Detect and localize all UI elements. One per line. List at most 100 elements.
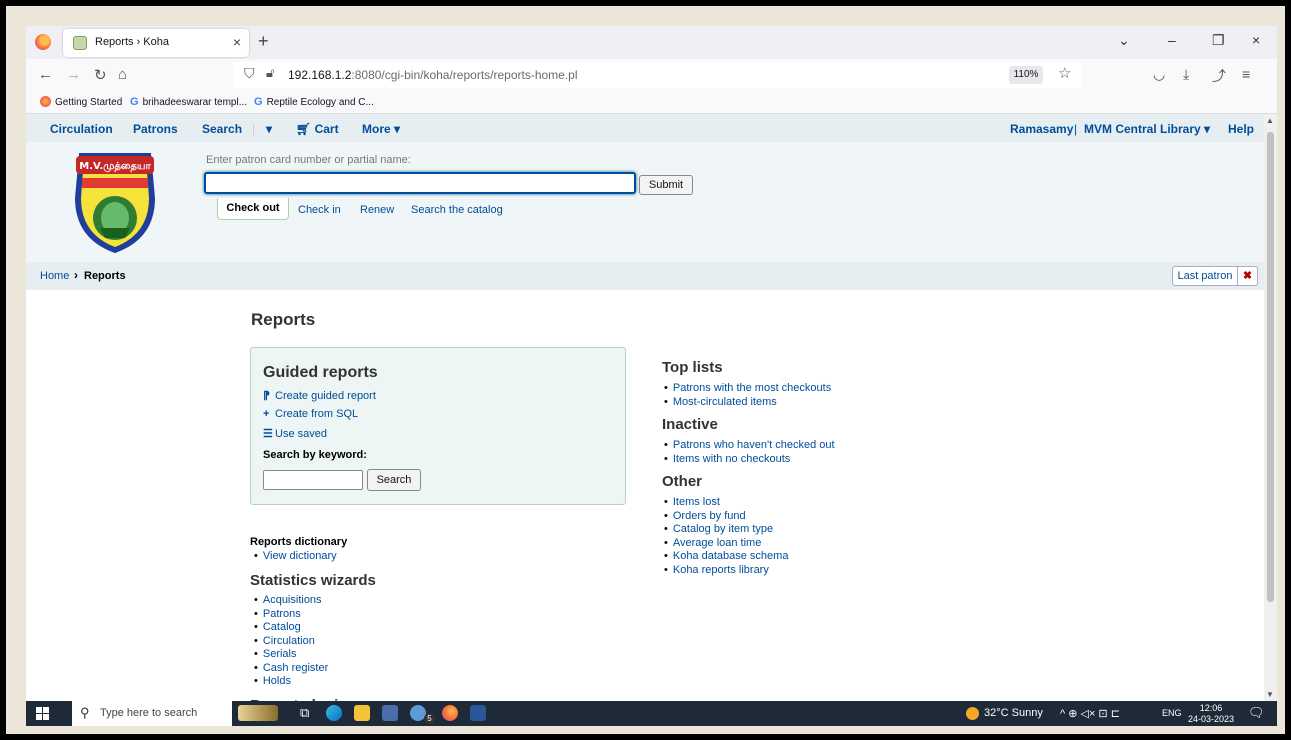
home-icon[interactable]: ⌂ bbox=[118, 66, 127, 83]
tab-renew[interactable]: Renew bbox=[360, 204, 394, 216]
library-logo[interactable]: M.V.முத்தையா bbox=[70, 148, 160, 256]
word-icon[interactable] bbox=[470, 705, 486, 721]
submit-button[interactable]: Submit bbox=[639, 175, 693, 195]
nav-user[interactable]: Ramasamy bbox=[1010, 122, 1073, 136]
store-icon[interactable] bbox=[382, 705, 398, 721]
keyword-search-button[interactable]: Search bbox=[367, 469, 421, 491]
scroll-down-icon[interactable]: ▼ bbox=[1266, 690, 1274, 699]
nav-user-separator: | bbox=[1074, 122, 1078, 136]
nav-help[interactable]: Help bbox=[1228, 122, 1254, 136]
pocket-icon[interactable]: ◡ bbox=[1153, 66, 1165, 83]
zoom-level[interactable]: 110% bbox=[1009, 66, 1043, 84]
close-window-icon[interactable]: × bbox=[1252, 32, 1260, 48]
share-icon[interactable]: ⤴ bbox=[1212, 66, 1226, 86]
nav-cart[interactable]: 🛒︎ Cart bbox=[296, 122, 339, 136]
koha-database-schema-link[interactable]: Koha database schema bbox=[664, 550, 789, 564]
reports-dictionary-heading: Reports dictionary bbox=[250, 536, 348, 548]
most-circulated-items-link[interactable]: Most-circulated items bbox=[664, 396, 831, 410]
top-lists-heading: Top lists bbox=[662, 359, 723, 376]
nav-search[interactable]: Search bbox=[202, 122, 242, 136]
browser-tab-bar: Reports › Koha × + ⌄ – ❐ × bbox=[26, 26, 1277, 59]
stats-circulation-link[interactable]: Circulation bbox=[254, 635, 328, 649]
orders-by-fund-link[interactable]: Orders by fund bbox=[664, 510, 788, 524]
notifications-icon[interactable]: 🗨︎ bbox=[1248, 705, 1265, 721]
catalog-by-item-type-link[interactable]: Catalog by item type bbox=[664, 523, 788, 537]
windows-start-icon[interactable] bbox=[36, 707, 49, 720]
last-patron-button[interactable]: Last patron bbox=[1172, 266, 1238, 286]
stats-acquisitions-link[interactable]: Acquisitions bbox=[254, 594, 328, 608]
taskbar-search-box[interactable]: ⚲ Type here to search bbox=[72, 701, 232, 726]
url-bar[interactable]: ⛉ 🔓︎ 192.168.1.2:8080/cgi-bin/koha/repor… bbox=[234, 62, 1082, 88]
insecure-lock-icon[interactable]: 🔓︎ bbox=[266, 65, 274, 81]
restore-icon[interactable]: ❐ bbox=[1212, 32, 1225, 49]
stats-serials-link[interactable]: Serials bbox=[254, 648, 328, 662]
url-text[interactable]: 192.168.1.2:8080/cgi-bin/koha/reports/re… bbox=[288, 68, 578, 82]
search-keyword-label: Search by keyword: bbox=[263, 449, 367, 461]
stats-catalog-link[interactable]: Catalog bbox=[254, 621, 328, 635]
weather-text[interactable]: 32°C Sunny bbox=[984, 707, 1043, 719]
downloads-icon[interactable]: ⤓ bbox=[1183, 66, 1189, 83]
edge-icon[interactable] bbox=[326, 705, 342, 721]
average-loan-time-link[interactable]: Average loan time bbox=[664, 537, 788, 551]
firefox-icon[interactable] bbox=[35, 34, 51, 50]
menu-icon[interactable]: ≡ bbox=[1242, 66, 1250, 82]
clear-last-patron-icon[interactable]: ✖ bbox=[1238, 266, 1258, 286]
file-explorer-icon[interactable] bbox=[354, 705, 370, 721]
stats-holds-link[interactable]: Holds bbox=[254, 675, 328, 689]
nav-search-dropdown[interactable]: ▾ bbox=[266, 122, 272, 136]
patrons-not-checked-out-link[interactable]: Patrons who haven't checked out bbox=[664, 439, 835, 453]
forward-icon[interactable]: → bbox=[66, 66, 81, 83]
scroll-up-icon[interactable]: ▲ bbox=[1266, 116, 1274, 125]
clock-date: 24-03-2023 bbox=[1188, 714, 1235, 724]
close-tab-icon[interactable]: × bbox=[233, 34, 241, 50]
browser-tab[interactable]: Reports › Koha × bbox=[63, 29, 249, 57]
tab-check-in[interactable]: Check in bbox=[298, 204, 341, 216]
nav-patrons[interactable]: Patrons bbox=[133, 122, 178, 136]
back-icon[interactable]: ← bbox=[38, 66, 53, 83]
items-no-checkouts-link[interactable]: Items with no checkouts bbox=[664, 453, 835, 467]
weather-widget-icon[interactable] bbox=[238, 705, 278, 721]
other-heading: Other bbox=[662, 473, 703, 490]
nav-circulation[interactable]: Circulation bbox=[50, 122, 113, 136]
system-tray-icons[interactable]: ^ ⊕ ◁× ⊡ ⊏ bbox=[1060, 707, 1120, 720]
use-saved-link[interactable]: ☰ Use saved bbox=[263, 427, 327, 440]
bookmark-reptile-ecology[interactable]: G Reptile Ecology and C... bbox=[254, 96, 374, 108]
create-from-sql-link[interactable]: + Create from SQL bbox=[263, 408, 358, 420]
tab-check-out[interactable]: Check out bbox=[217, 198, 289, 220]
page-scrollbar[interactable]: ▲ ▼ bbox=[1264, 114, 1277, 701]
bookmark-getting-started[interactable]: Getting Started bbox=[40, 96, 122, 108]
stats-patrons-link[interactable]: Patrons bbox=[254, 608, 328, 622]
main-content: Reports Guided reports ⁋ Create guided re… bbox=[26, 290, 1264, 714]
tracking-shield-icon[interactable]: ⛉ bbox=[244, 65, 255, 82]
nav-library[interactable]: MVM Central Library ▾ bbox=[1084, 122, 1210, 136]
task-view-icon[interactable]: ⧉ bbox=[300, 705, 309, 721]
scrollbar-thumb[interactable] bbox=[1267, 132, 1274, 602]
reload-icon[interactable]: ↻ bbox=[94, 66, 107, 84]
koha-reports-library-link[interactable]: Koha reports library bbox=[664, 564, 788, 578]
breadcrumb-home[interactable]: Home bbox=[40, 270, 69, 282]
page-title: Reports bbox=[251, 310, 316, 329]
bookmark-star-icon[interactable]: ☆ bbox=[1058, 64, 1071, 82]
inactive-heading: Inactive bbox=[662, 416, 718, 433]
list-all-tabs-icon[interactable]: ⌄ bbox=[1118, 32, 1130, 49]
sun-icon bbox=[966, 707, 979, 720]
tab-title: Reports › Koha bbox=[95, 36, 169, 48]
firefox-taskbar-icon[interactable] bbox=[442, 705, 458, 721]
bookmark-brihadeeswarar[interactable]: Gbrihadeeswarar templ... bbox=[130, 96, 247, 108]
tab-search-catalog[interactable]: Search the catalog bbox=[411, 204, 503, 216]
patron-search-input[interactable] bbox=[204, 172, 636, 194]
view-dictionary-link[interactable]: View dictionary bbox=[254, 550, 337, 564]
items-lost-link[interactable]: Items lost bbox=[664, 496, 788, 510]
create-guided-report-link[interactable]: ⁋ Create guided report bbox=[263, 389, 376, 402]
logo-text: M.V.முத்தையா bbox=[79, 161, 151, 172]
taskbar-clock[interactable]: 12:06 24-03-2023 bbox=[1188, 703, 1234, 725]
top-patrons-checkouts-link[interactable]: Patrons with the most checkouts bbox=[664, 382, 831, 396]
keyword-search-input[interactable] bbox=[263, 470, 363, 490]
language-indicator[interactable]: ENG bbox=[1162, 708, 1182, 718]
stats-cash-register-link[interactable]: Cash register bbox=[254, 662, 328, 676]
new-tab-icon[interactable]: + bbox=[258, 31, 269, 52]
google-icon: G bbox=[130, 96, 139, 108]
inactive-list: Patrons who haven't checked out Items wi… bbox=[664, 439, 835, 466]
nav-more[interactable]: More ▾ bbox=[362, 122, 400, 136]
minimize-icon[interactable]: – bbox=[1168, 32, 1176, 48]
